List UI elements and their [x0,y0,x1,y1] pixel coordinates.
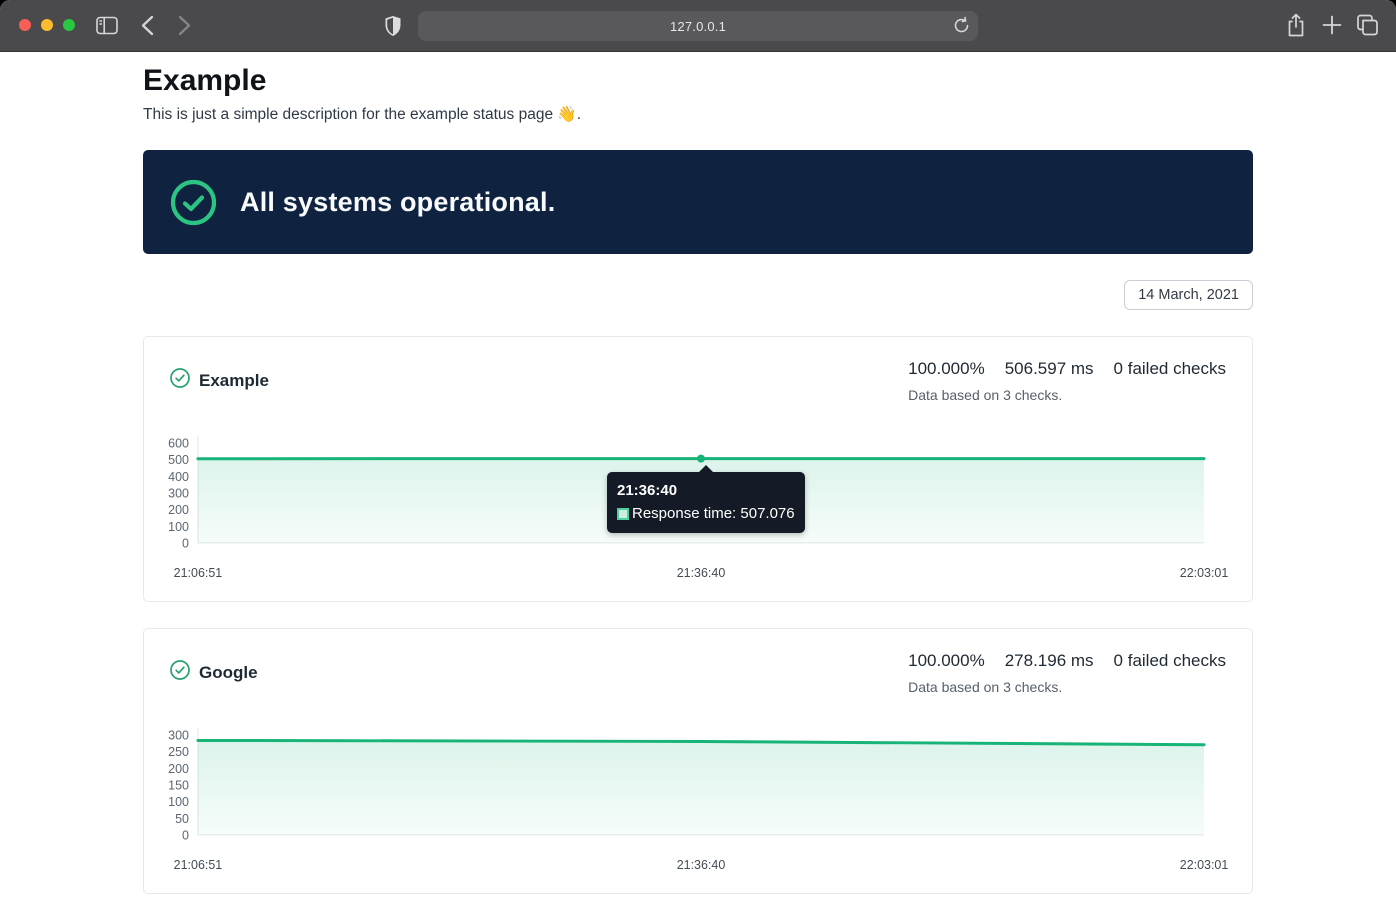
svg-text:21:36:40: 21:36:40 [677,566,726,580]
close-window-button[interactable] [19,19,31,31]
monitor-ok-check-icon [170,660,190,685]
chart-tooltip: 21:36:40 Response time: 507.076 [607,472,805,533]
svg-text:200: 200 [168,503,189,517]
url-text: 127.0.0.1 [670,19,726,34]
sidebar-toggle-icon[interactable] [96,16,118,35]
svg-text:100: 100 [168,795,189,809]
card-header: Example 100.000% 506.597 ms 0 failed che… [170,359,1226,403]
banner-message: All systems operational. [240,187,555,218]
all-systems-operational-banner: All systems operational. [143,150,1253,254]
back-button-icon[interactable] [141,15,154,36]
monitor-card-google: Google 100.000% 278.196 ms 0 failed chec… [143,628,1253,894]
svg-text:22:03:01: 22:03:01 [1180,566,1229,580]
page-title: Example [143,52,1253,98]
svg-text:500: 500 [168,453,189,467]
svg-text:300: 300 [168,729,189,743]
response-time-chart[interactable]: 0 50 100 150 200 250 300 21:06:51 21:36:40 22:03:… [170,725,1226,875]
svg-text:100: 100 [168,520,189,534]
failed-checks-stat: 0 failed checks [1114,651,1226,671]
svg-text:50: 50 [175,812,189,826]
monitor-stats: 100.000% 506.597 ms 0 failed checks Data… [908,359,1226,403]
svg-text:0: 0 [182,536,189,550]
uptime-stat: 100.000% [908,359,985,379]
monitor-stats: 100.000% 278.196 ms 0 failed checks Data… [908,651,1226,695]
page-description: This is just a simple description for th… [143,105,1253,124]
date-picker-button[interactable]: 14 March, 2021 [1124,280,1253,310]
privacy-shield-icon[interactable] [384,15,402,37]
svg-text:600: 600 [168,437,189,451]
avg-response-stat: 506.597 ms [1005,359,1094,379]
failed-checks-stat: 0 failed checks [1114,359,1226,379]
svg-text:300: 300 [168,487,189,501]
browser-window: 127.0.0.1 [0,0,1396,905]
svg-text:200: 200 [168,762,189,776]
monitor-card-example: Example 100.000% 506.597 ms 0 failed che… [143,336,1253,602]
svg-text:21:06:51: 21:06:51 [174,858,223,872]
tab-overview-icon[interactable] [1356,14,1379,36]
monitor-name: Google [199,663,258,683]
svg-text:150: 150 [168,779,189,793]
share-icon[interactable] [1286,13,1306,38]
svg-text:250: 250 [168,745,189,759]
stats-subtext: Data based on 3 checks. [908,679,1226,695]
avg-response-stat: 278.196 ms [1005,651,1094,671]
status-page: Example This is just a simple descriptio… [0,52,1396,904]
svg-text:0: 0 [182,828,189,842]
stats-subtext: Data based on 3 checks. [908,387,1226,403]
success-check-circle-icon [170,179,217,226]
uptime-stat: 100.000% [908,651,985,671]
zoom-window-button[interactable] [63,19,75,31]
tooltip-series-swatch-icon [617,508,629,520]
browser-toolbar: 127.0.0.1 [0,0,1396,52]
tooltip-value: Response time: 507.076 [632,505,795,522]
date-filter-row: 14 March, 2021 [143,280,1253,310]
monitor-ok-check-icon [170,368,190,393]
new-tab-icon[interactable] [1322,15,1342,35]
tooltip-time: 21:36:40 [617,482,795,499]
minimize-window-button[interactable] [41,19,53,31]
forward-button-icon [178,15,191,36]
svg-text:21:36:40: 21:36:40 [677,858,726,872]
reload-icon[interactable] [952,16,971,40]
svg-text:400: 400 [168,470,189,484]
svg-text:21:06:51: 21:06:51 [174,566,223,580]
address-bar[interactable]: 127.0.0.1 [418,11,978,41]
card-header: Google 100.000% 278.196 ms 0 failed chec… [170,651,1226,695]
svg-text:22:03:01: 22:03:01 [1180,858,1229,872]
monitor-name: Example [199,371,269,391]
